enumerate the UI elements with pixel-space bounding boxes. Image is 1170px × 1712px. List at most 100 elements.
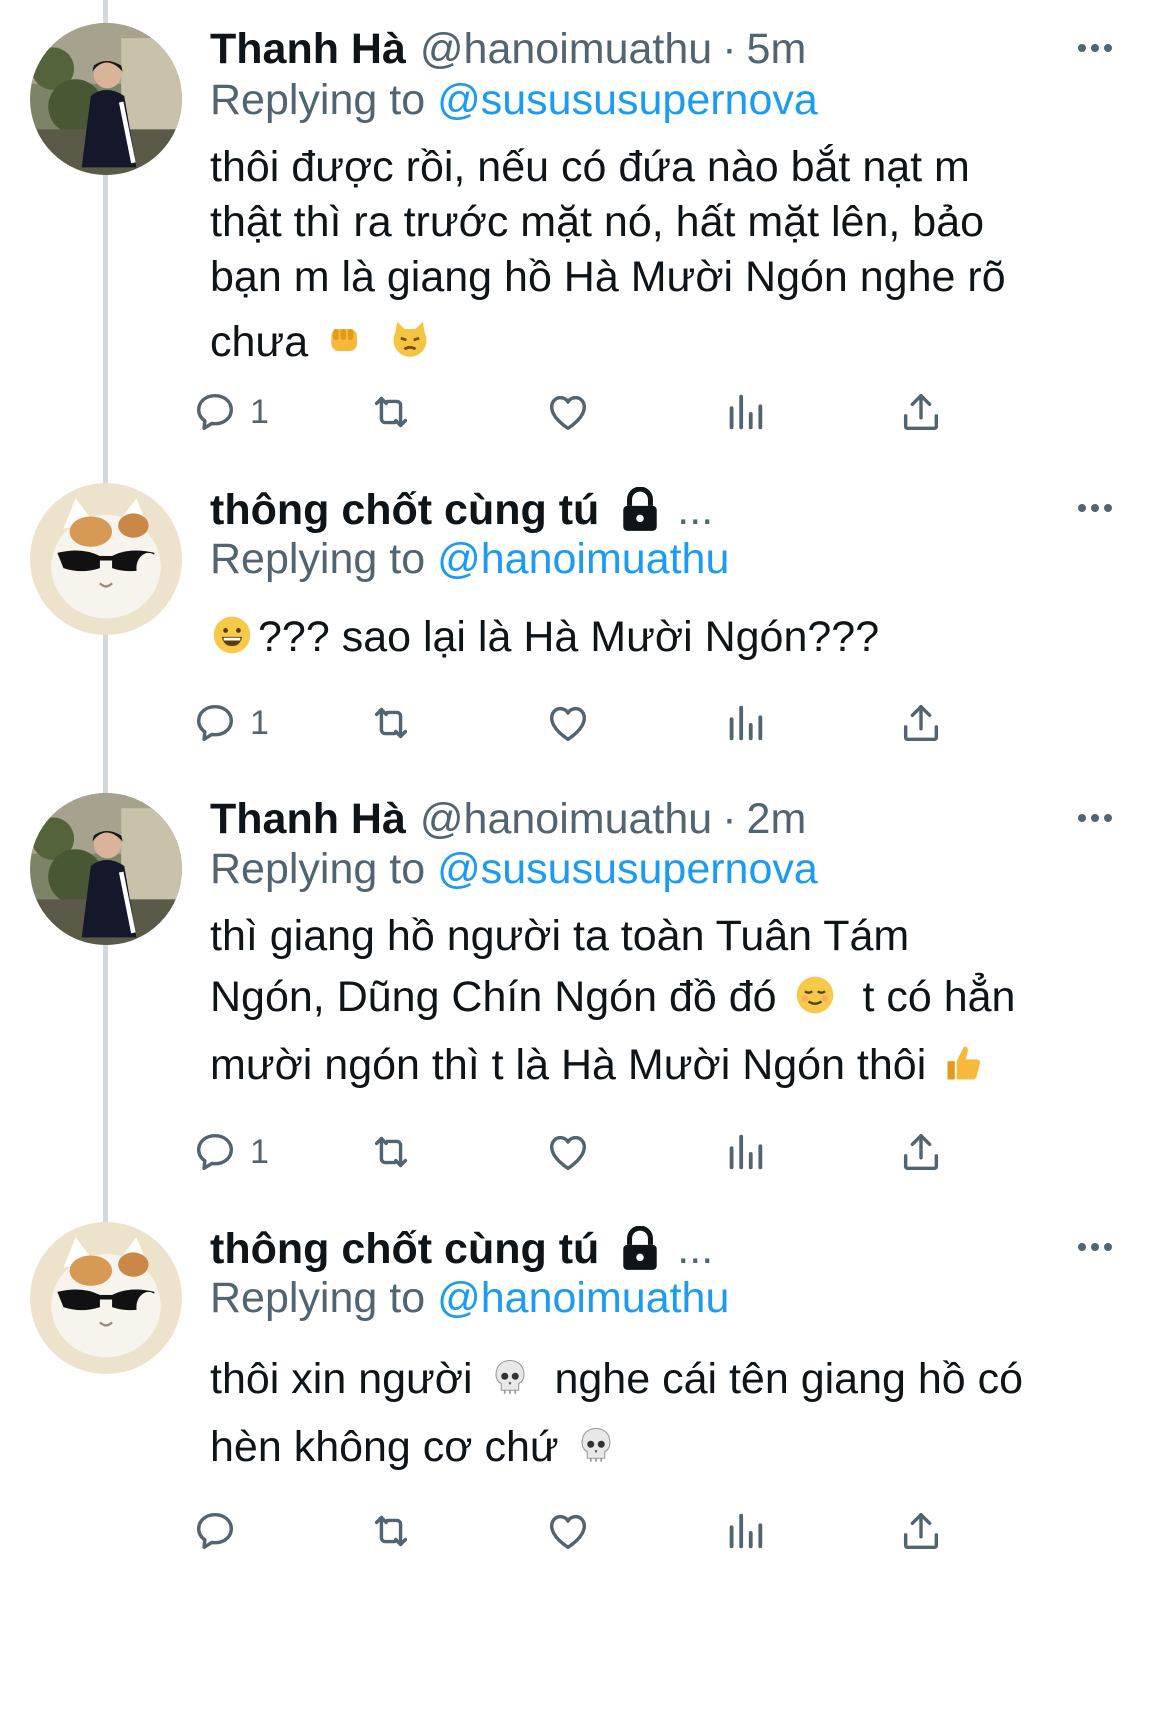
- mention-link[interactable]: @susususupernova: [437, 76, 818, 124]
- tweet-text: ??? sao lại là Hà Mười Ngón???: [210, 612, 1130, 662]
- display-name[interactable]: thông chốt cùng tú: [210, 486, 599, 535]
- reply-button[interactable]: 1: [192, 1124, 269, 1180]
- display-name[interactable]: Thanh Hà: [210, 795, 406, 844]
- tweet-text: thôi được rồi, nếu có đứa nào bắt nạt m …: [210, 140, 1130, 370]
- replying-to: Replying to @hanoimuathu: [210, 535, 729, 584]
- replying-to: Replying to @hanoimuathu: [210, 1274, 729, 1323]
- text-line: thì giang hồ người ta toàn Tuân Tám: [210, 912, 910, 960]
- reply-count: 1: [250, 1132, 269, 1171]
- like-button[interactable]: [545, 695, 591, 751]
- text-line: hèn không cơ chứ: [210, 1423, 559, 1471]
- retweet-button[interactable]: [368, 1124, 414, 1180]
- retweet-button[interactable]: [368, 695, 414, 751]
- heart-icon: [545, 700, 591, 746]
- replying-label: Replying to: [210, 1274, 426, 1322]
- replying-label: Replying to: [210, 535, 426, 583]
- user-handle[interactable]: @hanoimuathu: [420, 795, 712, 844]
- thumbs-up-emoji: [947, 1046, 981, 1080]
- retweet-icon: [368, 1508, 414, 1554]
- retweet-button[interactable]: [368, 384, 414, 440]
- tweet-actions: 1: [210, 384, 1130, 440]
- text-line: thật thì ra trước mặt nó, hất mặt lên, b…: [210, 198, 985, 246]
- skull-emoji: [494, 1359, 525, 1394]
- retweet-icon: [368, 389, 414, 435]
- tweet-header: thông chốt cùng tú ...: [210, 485, 713, 535]
- user-handle[interactable]: @hanoimuathu: [420, 25, 712, 74]
- reply-button[interactable]: [192, 1503, 250, 1559]
- views-bar-chart-icon: [722, 389, 768, 435]
- more-options-icon[interactable]: [1070, 1227, 1120, 1267]
- avatar[interactable]: [30, 793, 182, 945]
- separator-dot: ·: [722, 24, 737, 73]
- replying-to: Replying to @susususupernova: [210, 76, 818, 125]
- reply-bubble-icon: [192, 1508, 238, 1554]
- tweet-text: thôi xin người nghe cái tên giang hồ có …: [210, 1345, 1130, 1481]
- lock-icon: [623, 1226, 658, 1270]
- share-button[interactable]: [898, 1503, 944, 1559]
- lock-icon: [623, 487, 658, 531]
- text-line: bạn m là giang hồ Hà Mười Ngón nghe rõ: [210, 253, 1006, 301]
- heart-icon: [545, 1129, 591, 1175]
- name-truncation: ...: [677, 1224, 714, 1273]
- avatar[interactable]: [30, 23, 182, 175]
- share-button[interactable]: [898, 695, 944, 751]
- share-upload-icon: [898, 1508, 944, 1554]
- grinning-face-emoji: [213, 616, 251, 654]
- retweet-button[interactable]: [368, 1503, 414, 1559]
- tweet-header: Thanh Hà @hanoimuathu · 5m: [210, 24, 806, 74]
- tweet-actions: 1: [210, 1124, 1130, 1180]
- retweet-icon: [368, 700, 414, 746]
- avatar[interactable]: [30, 1222, 182, 1374]
- mention-link[interactable]: @hanoimuathu: [437, 1274, 729, 1322]
- timestamp[interactable]: 2m: [747, 795, 807, 844]
- tweet-header: thông chốt cùng tú ...: [210, 1224, 713, 1274]
- display-name[interactable]: thông chốt cùng tú: [210, 1225, 599, 1274]
- skull-emoji: [581, 1427, 611, 1462]
- text-line: chưa: [210, 318, 309, 366]
- tweet-text: thì giang hồ người ta toàn Tuân Tám Ngón…: [210, 908, 1130, 1100]
- like-button[interactable]: [545, 1124, 591, 1180]
- views-bar-chart-icon: [722, 1508, 768, 1554]
- relieved-face-emoji: [796, 976, 833, 1014]
- more-options-icon[interactable]: [1070, 798, 1120, 838]
- more-options-icon[interactable]: [1070, 488, 1120, 528]
- retweet-icon: [368, 1129, 414, 1175]
- mention-link[interactable]: @hanoimuathu: [437, 535, 729, 583]
- timestamp[interactable]: 5m: [747, 25, 807, 74]
- reply-count: 1: [250, 392, 269, 431]
- views-button[interactable]: [722, 384, 768, 440]
- avatar[interactable]: [30, 483, 182, 635]
- text-line: t có hẳn: [862, 973, 1016, 1021]
- separator-dot: ·: [722, 794, 737, 843]
- share-upload-icon: [898, 700, 944, 746]
- like-button[interactable]: [545, 384, 591, 440]
- more-options-icon[interactable]: [1070, 28, 1120, 68]
- replying-label: Replying to: [210, 76, 426, 124]
- text-line: Ngón, Dũng Chín Ngón đồ đó: [210, 973, 777, 1021]
- mention-link[interactable]: @susususupernova: [437, 845, 818, 893]
- display-name[interactable]: Thanh Hà: [210, 25, 406, 74]
- reply-button[interactable]: 1: [192, 384, 269, 440]
- thread-connector-line: [103, 0, 108, 1320]
- name-truncation: ...: [677, 485, 714, 534]
- heart-icon: [545, 389, 591, 435]
- text-line: mười ngón thì t là Hà Mười Ngón thôi: [210, 1041, 927, 1089]
- tweet-actions: [210, 1503, 1130, 1559]
- like-button[interactable]: [545, 1503, 591, 1559]
- share-button[interactable]: [898, 1124, 944, 1180]
- share-upload-icon: [898, 389, 944, 435]
- reply-button[interactable]: 1: [192, 695, 269, 751]
- reply-bubble-icon: [192, 700, 238, 746]
- views-bar-chart-icon: [722, 700, 768, 746]
- text-line: nghe cái tên giang hồ có: [554, 1355, 1024, 1403]
- views-bar-chart-icon: [722, 1129, 768, 1175]
- share-button[interactable]: [898, 384, 944, 440]
- text-line: thôi được rồi, nếu có đứa nào bắt nạt m: [210, 143, 970, 191]
- reply-bubble-icon: [192, 389, 238, 435]
- reply-count: 1: [250, 703, 269, 742]
- views-button[interactable]: [722, 1124, 768, 1180]
- replying-to: Replying to @susususupernova: [210, 845, 818, 894]
- views-button[interactable]: [722, 1503, 768, 1559]
- text-line: ??? sao lại là Hà Mười Ngón???: [258, 613, 880, 661]
- views-button[interactable]: [722, 695, 768, 751]
